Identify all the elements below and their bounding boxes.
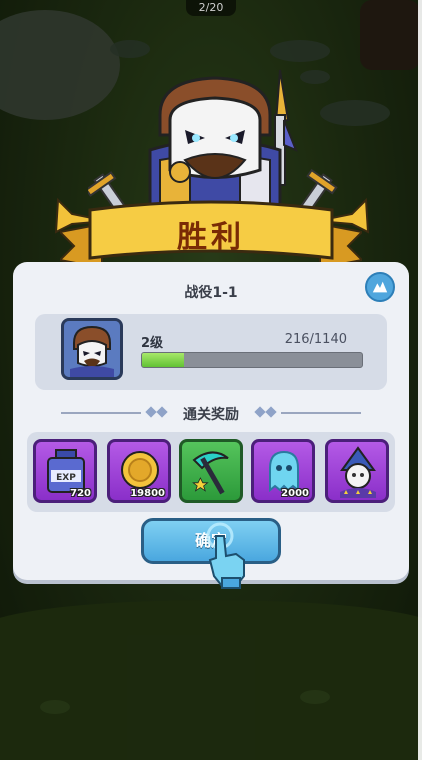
hero-exp-value: 216/1140	[284, 332, 347, 347]
reward-item-exp[interactable]: EXP 720	[33, 439, 97, 503]
wizard-hero-card-icon	[340, 446, 376, 498]
rewards-list: EXP 720 19800 2000	[27, 432, 395, 512]
exp-progress-fill	[142, 353, 184, 367]
banner-title: 胜利	[177, 220, 245, 255]
hero-avatar	[61, 318, 123, 380]
hero-exp-card: 2级 216/1140	[35, 314, 387, 390]
svg-text:EXP: EXP	[56, 473, 76, 483]
scythe-weapon-icon	[192, 451, 229, 495]
exp-progress-bar	[141, 352, 363, 368]
reward-count: 19800	[130, 488, 165, 499]
reward-item-soul[interactable]: 2000	[251, 439, 315, 503]
page-counter: 2/20	[186, 0, 236, 16]
reward-count: 720	[70, 488, 91, 499]
edge-strip	[418, 0, 422, 760]
tutorial-pointer-hand-icon	[206, 522, 245, 589]
reward-item-gold[interactable]: 19800	[107, 439, 171, 503]
rewards-title: 通关奖励	[183, 407, 239, 423]
reward-item-weapon[interactable]	[179, 439, 243, 503]
mountain-icon[interactable]	[365, 272, 395, 302]
hero-level: 2级	[141, 336, 164, 351]
reward-item-hero[interactable]	[325, 439, 389, 503]
rewards-header: 通关奖励	[13, 404, 409, 423]
stage-title: 战役1-1	[184, 285, 238, 301]
reward-count: 2000	[281, 488, 309, 499]
